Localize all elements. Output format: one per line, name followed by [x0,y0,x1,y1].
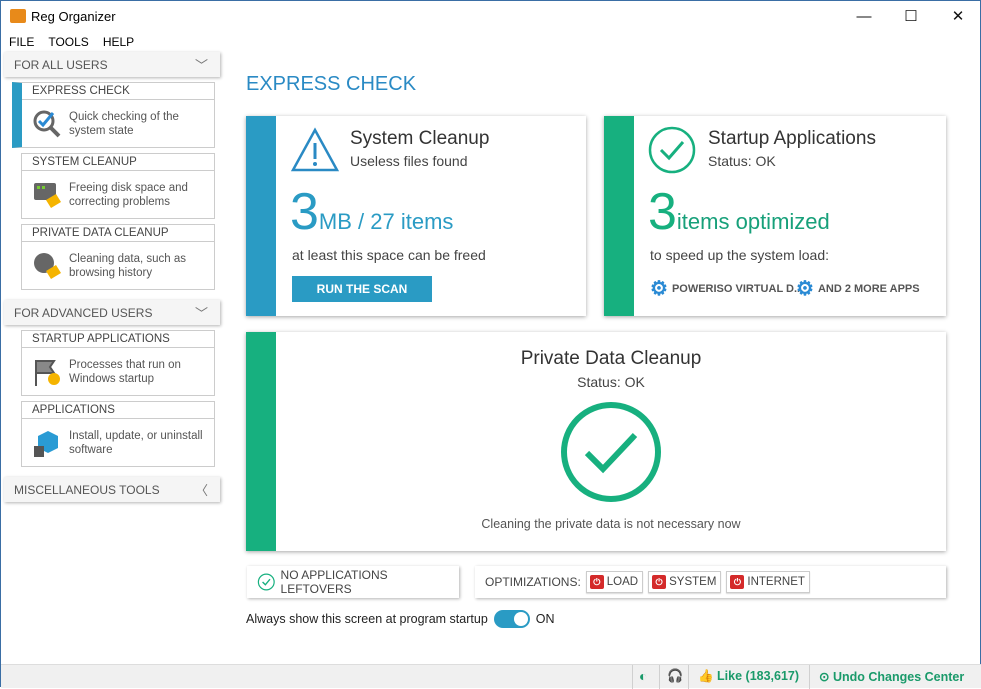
monitor-broom-icon [34,182,61,208]
card-note: to speed up the system load: [650,247,829,263]
headset-icon[interactable]: 🎧 [667,668,683,684]
leftovers-status: NO APPLICATIONS LEFTOVERS [247,566,459,598]
card-accent [246,116,276,316]
magnifier-check-icon [33,110,61,137]
thumbs-up-icon: 👍 [698,669,718,683]
card-note: at least this space can be freed [292,247,486,263]
item-title: STARTUP APPLICATIONS [22,331,214,348]
item-desc: Install, update, or uninstall software [69,429,203,456]
toggle-label: Always show this screen at program start… [246,612,488,626]
sidebar-item-startup-applications[interactable]: STARTUP APPLICATIONS Processes that run … [21,330,215,396]
sidebar-item-applications[interactable]: APPLICATIONS Install, update, or uninsta… [21,401,215,467]
chevron-left-icon: 〈 [194,483,208,498]
card-subtitle: Status: OK [577,374,645,390]
user-broom-icon [34,252,61,279]
group-label: MISCELLANEOUS TOOLS [14,483,160,497]
item-title: EXPRESS CHECK [22,83,214,100]
startup-toggle-row: Always show this screen at program start… [246,610,555,628]
menu-bar: FILE TOOLS HELP [9,35,134,49]
undo-changes-center-button[interactable]: ⊙ Undo Changes Center [819,669,964,684]
item-desc: Cleaning data, such as browsing history [69,252,186,279]
page-title: EXPRESS CHECK [246,73,417,95]
cleanup-amount: 3MB / 27 items [290,183,454,241]
item-desc: Processes that run on Windows startup [69,358,181,385]
status-bar: ◐ 🎧 👍 Like (183,617) ⊙ Undo Changes Cent… [1,664,981,689]
power-icon: ⏻ [730,575,745,589]
power-icon: ⏻ [652,575,667,589]
optimization-internet-button[interactable]: ⏻ INTERNET [726,571,810,593]
menu-tools[interactable]: TOOLS [48,35,88,49]
title-bar: Reg Organizer — ☐ ✕ [1,1,981,31]
chevron-down-icon: ﹀ [194,58,208,73]
startup-app-link[interactable]: ⚙ POWERISO VIRTUAL D... [650,276,803,301]
group-for-advanced-users[interactable]: FOR ADVANCED USERS ﹀ [4,300,220,325]
large-check-circle-icon [561,402,661,502]
item-desc: Quick checking of the system state [69,110,179,137]
gear-icon: ⚙ [796,278,814,300]
card-title: Startup Applications [708,128,876,149]
card-subtitle: Status: OK [708,153,776,169]
sidebar-item-express-check[interactable]: EXPRESS CHECK Quick checking of the syst… [12,82,215,148]
theme-icon[interactable]: ◐ [639,668,647,684]
warning-icon [290,127,340,172]
startup-applications-card: Startup Applications Status: OK 3items o… [604,116,946,316]
menu-help[interactable]: HELP [103,35,134,49]
app-icon [10,9,26,23]
power-icon: ⏻ [589,575,604,589]
gear-icon: ⚙ [650,278,668,300]
optimizations-panel: OPTIMIZATIONS: ⏻ LOAD ⏻ SYSTEM ⏻ INTERNET [475,566,946,598]
box-trash-icon [34,430,58,457]
card-subtitle: Useless files found [350,153,468,169]
startup-toggle[interactable] [493,610,530,628]
item-title: APPLICATIONS [22,402,214,419]
check-circle-icon [257,573,275,591]
sidebar-item-private-data-cleanup[interactable]: PRIVATE DATA CLEANUP Cleaning data, such… [21,224,215,290]
window-title: Reg Organizer [31,9,116,24]
group-label: FOR ADVANCED USERS [14,306,153,320]
card-accent [604,116,634,316]
menu-file[interactable]: FILE [9,35,34,49]
group-label: FOR ALL USERS [14,58,108,72]
optimized-count: 3items optimized [648,183,830,241]
card-note: Cleaning the private data is not necessa… [481,517,741,531]
group-for-all-users[interactable]: FOR ALL USERS ﹀ [4,52,220,77]
chevron-down-icon: ﹀ [194,306,208,321]
item-title: SYSTEM CLEANUP [22,154,214,171]
flag-gear-icon [35,359,60,386]
minimize-button[interactable]: — [841,1,887,31]
card-accent [246,332,276,551]
like-button[interactable]: 👍 Like (183,617) [698,669,799,684]
group-miscellaneous-tools[interactable]: MISCELLANEOUS TOOLS 〈 [4,477,220,502]
system-cleanup-card: System Cleanup Useless files found 3MB /… [246,116,586,316]
item-desc: Freeing disk space and correcting proble… [69,181,188,208]
leftovers-label: NO APPLICATIONS LEFTOVERS [280,568,388,596]
maximize-button[interactable]: ☐ [888,1,934,31]
undo-center-icon: ⊙ [819,670,833,684]
optimization-load-button[interactable]: ⏻ LOAD [585,571,644,593]
card-title: System Cleanup [350,128,490,149]
item-title: PRIVATE DATA CLEANUP [22,225,214,242]
run-scan-button[interactable]: RUN THE SCAN [292,276,432,302]
card-title: Private Data Cleanup [520,348,702,369]
sidebar-item-system-cleanup[interactable]: SYSTEM CLEANUP Freeing disk space and co… [21,153,215,219]
optimization-system-button[interactable]: ⏻ SYSTEM [648,571,722,593]
private-data-cleanup-card: Private Data Cleanup Status: OK Cleaning… [246,332,946,551]
check-circle-icon [648,126,696,174]
close-button[interactable]: ✕ [935,1,981,31]
more-apps-link[interactable]: ⚙ AND 2 MORE APPS [796,276,920,301]
optimizations-label: OPTIMIZATIONS: [485,575,581,589]
toggle-state: ON [535,612,555,626]
